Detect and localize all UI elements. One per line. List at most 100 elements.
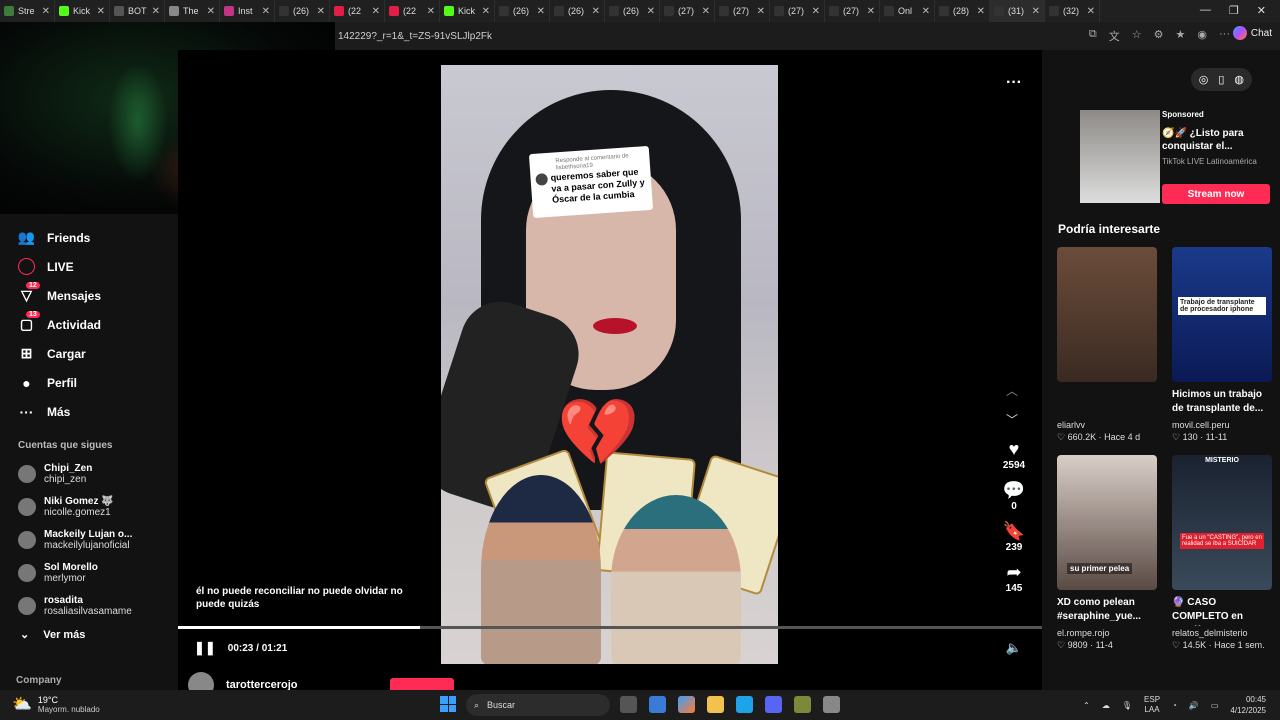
phone-icon[interactable]: ▯ [1218, 73, 1224, 86]
browser-tab[interactable]: (27) ✕ [825, 0, 880, 22]
video-frame[interactable]: 💔 Responde al comentario de lisbethsoria… [441, 65, 778, 664]
browser-tab[interactable]: Kick ✕ [55, 0, 110, 22]
see-more-button[interactable]: ⌄ Ver más [0, 622, 178, 647]
app-icon[interactable] [794, 696, 811, 713]
close-tab-icon[interactable]: ✕ [152, 6, 160, 17]
browser-tab[interactable]: (26) ✕ [495, 0, 550, 22]
previous-video-icon[interactable]: ︿ [1006, 382, 1018, 399]
close-tab-icon[interactable]: ✕ [647, 6, 655, 17]
close-tab-icon[interactable]: ✕ [262, 6, 270, 17]
browser-tab[interactable]: Onl ✕ [880, 0, 935, 22]
browser-tab[interactable]: (26) ✕ [605, 0, 660, 22]
onedrive-icon[interactable]: ☁ [1102, 701, 1110, 710]
video-player[interactable]: ··· 💔 Responde al comentario de lisbeths… [178, 50, 1042, 698]
sidebar-item-activity[interactable]: ▢ 13 Actividad [0, 310, 178, 339]
close-tab-icon[interactable]: ✕ [372, 6, 380, 17]
sidebar-item-profile[interactable]: ● Perfil [0, 368, 178, 397]
ad-thumbnail[interactable] [1080, 110, 1160, 203]
maximize-icon[interactable]: ❐ [1229, 4, 1239, 17]
close-tab-icon[interactable]: ✕ [482, 6, 490, 17]
video-thumbnail[interactable]: su primer pelea [1057, 455, 1157, 590]
close-tab-icon[interactable]: ✕ [922, 6, 930, 17]
close-tab-icon[interactable]: ✕ [317, 6, 325, 17]
close-tab-icon[interactable]: ✕ [42, 6, 50, 17]
close-tab-icon[interactable]: ✕ [97, 6, 105, 17]
volume-icon[interactable]: 🔈 [1006, 640, 1022, 656]
weather-widget[interactable]: ⛅ 19°C Mayorm. nublado [12, 694, 100, 714]
recommended-video[interactable]: eliarlvv ♡ 660.2K · Hace 4 d [1057, 247, 1157, 443]
browser-tab[interactable]: (22 ✕ [385, 0, 440, 22]
browser-tab[interactable]: (26) ✕ [275, 0, 330, 22]
browser-tab[interactable]: (32) ✕ [1045, 0, 1100, 22]
close-tab-icon[interactable]: ✕ [592, 6, 600, 17]
video-author[interactable]: el.rompe.rojo [1057, 628, 1157, 638]
task-view-icon[interactable] [620, 696, 637, 713]
like-button[interactable]: ♥ 2594 [1003, 438, 1025, 471]
ad-title[interactable]: 🧭🚀 ¿Listo para conquistar el... [1162, 127, 1272, 153]
chevron-up-icon[interactable]: ⌃ [1083, 701, 1090, 710]
following-item[interactable]: Niki Gomez 🐺 nicolle.gomez1 [0, 490, 178, 523]
browser-tab[interactable]: (26) ✕ [550, 0, 605, 22]
open-app-icon[interactable]: ⧉ [1089, 28, 1097, 44]
sidebar-item-live[interactable]: LIVE [0, 252, 178, 281]
edge-icon[interactable] [736, 696, 753, 713]
following-item[interactable]: Chipi_Zen chipi_zen [0, 457, 178, 490]
speaker-icon[interactable]: 🔊 [1189, 701, 1199, 710]
video-title[interactable] [1057, 388, 1157, 418]
settings-app-icon[interactable] [823, 696, 840, 713]
sidebar-item-messages[interactable]: ▽ 12 Mensajes [0, 281, 178, 310]
next-video-icon[interactable]: ﹀ [1006, 411, 1018, 428]
following-item[interactable]: Mackeily Lujan o... mackeilylujanoficial [0, 523, 178, 556]
close-tab-icon[interactable]: ✕ [867, 6, 875, 17]
copilot-app-icon[interactable] [678, 696, 695, 713]
sidebar-item-friends[interactable]: 👥 Friends [0, 223, 178, 252]
progress-bar[interactable] [178, 626, 1042, 629]
url-text[interactable]: 142229?_r=1&_t=ZS-91vSLJlp2Fk [338, 31, 492, 42]
store-icon[interactable] [649, 696, 666, 713]
company-link[interactable]: Company [16, 675, 62, 686]
sidebar-item-more[interactable]: ··· Más [0, 397, 178, 426]
battery-icon[interactable]: ▭ [1211, 701, 1219, 710]
close-tab-icon[interactable]: ✕ [427, 6, 435, 17]
avatar-icon[interactable]: ◉ [1197, 28, 1207, 44]
browser-tab[interactable]: (27) ✕ [770, 0, 825, 22]
close-tab-icon[interactable]: ✕ [1032, 6, 1040, 17]
taskbar-search[interactable]: ⌕ Buscar [466, 694, 610, 716]
browser-tab[interactable]: Kick ✕ [440, 0, 495, 22]
compass-icon[interactable]: ◎ [1199, 73, 1209, 86]
video-title[interactable]: Hicimos un trabajo de transplante de... [1172, 388, 1272, 418]
close-tab-icon[interactable]: ✕ [1087, 6, 1095, 17]
translate-icon[interactable]: 文 [1109, 28, 1120, 44]
pause-icon[interactable]: ❚❚ [194, 640, 216, 656]
microphone-icon[interactable]: 🎙 [1122, 701, 1132, 710]
browser-tab[interactable]: (31) ✕ [990, 0, 1045, 22]
browser-tab[interactable]: (28) ✕ [935, 0, 990, 22]
browser-tab[interactable]: BOT ✕ [110, 0, 165, 22]
extensions-icon[interactable]: ⚙ [1154, 28, 1164, 44]
video-title[interactable]: XD como pelean #seraphine_yue... [1057, 596, 1157, 626]
browser-tab[interactable]: (22 ✕ [330, 0, 385, 22]
clock[interactable]: 00:45 4/12/2025 [1230, 694, 1266, 716]
close-tab-icon[interactable]: ✕ [207, 6, 215, 17]
wifi-icon[interactable]: ◔ [1172, 701, 1177, 710]
close-window-icon[interactable]: ✕ [1257, 4, 1266, 17]
more-options-icon[interactable]: ··· [1006, 74, 1022, 92]
browser-tab[interactable]: Inst ✕ [220, 0, 275, 22]
favorites-icon[interactable]: ★ [1176, 28, 1186, 44]
recommended-video[interactable]: MISTERIO Fue a un "CASTING", pero en real… [1172, 455, 1272, 651]
recommended-video[interactable]: Trabajo de transplante de procesador iph… [1172, 247, 1272, 443]
video-thumbnail[interactable]: Trabajo de transplante de procesador iph… [1172, 247, 1272, 382]
recommended-video[interactable]: su primer pelea XD como pelean #seraphine… [1057, 455, 1157, 651]
minimize-icon[interactable]: — [1200, 4, 1211, 17]
browser-tab[interactable]: Stre ✕ [0, 0, 55, 22]
file-explorer-icon[interactable] [707, 696, 724, 713]
browser-tab[interactable]: (27) ✕ [715, 0, 770, 22]
close-tab-icon[interactable]: ✕ [757, 6, 765, 17]
video-author[interactable]: relatos_delmisterio [1172, 628, 1272, 638]
menu-icon[interactable]: ··· [1219, 28, 1230, 44]
close-tab-icon[interactable]: ✕ [537, 6, 545, 17]
stream-now-button[interactable]: Stream now [1162, 184, 1270, 204]
close-tab-icon[interactable]: ✕ [977, 6, 985, 17]
language-indicator[interactable]: ESP LAA [1144, 695, 1160, 715]
video-author[interactable]: eliarlvv [1057, 420, 1157, 430]
